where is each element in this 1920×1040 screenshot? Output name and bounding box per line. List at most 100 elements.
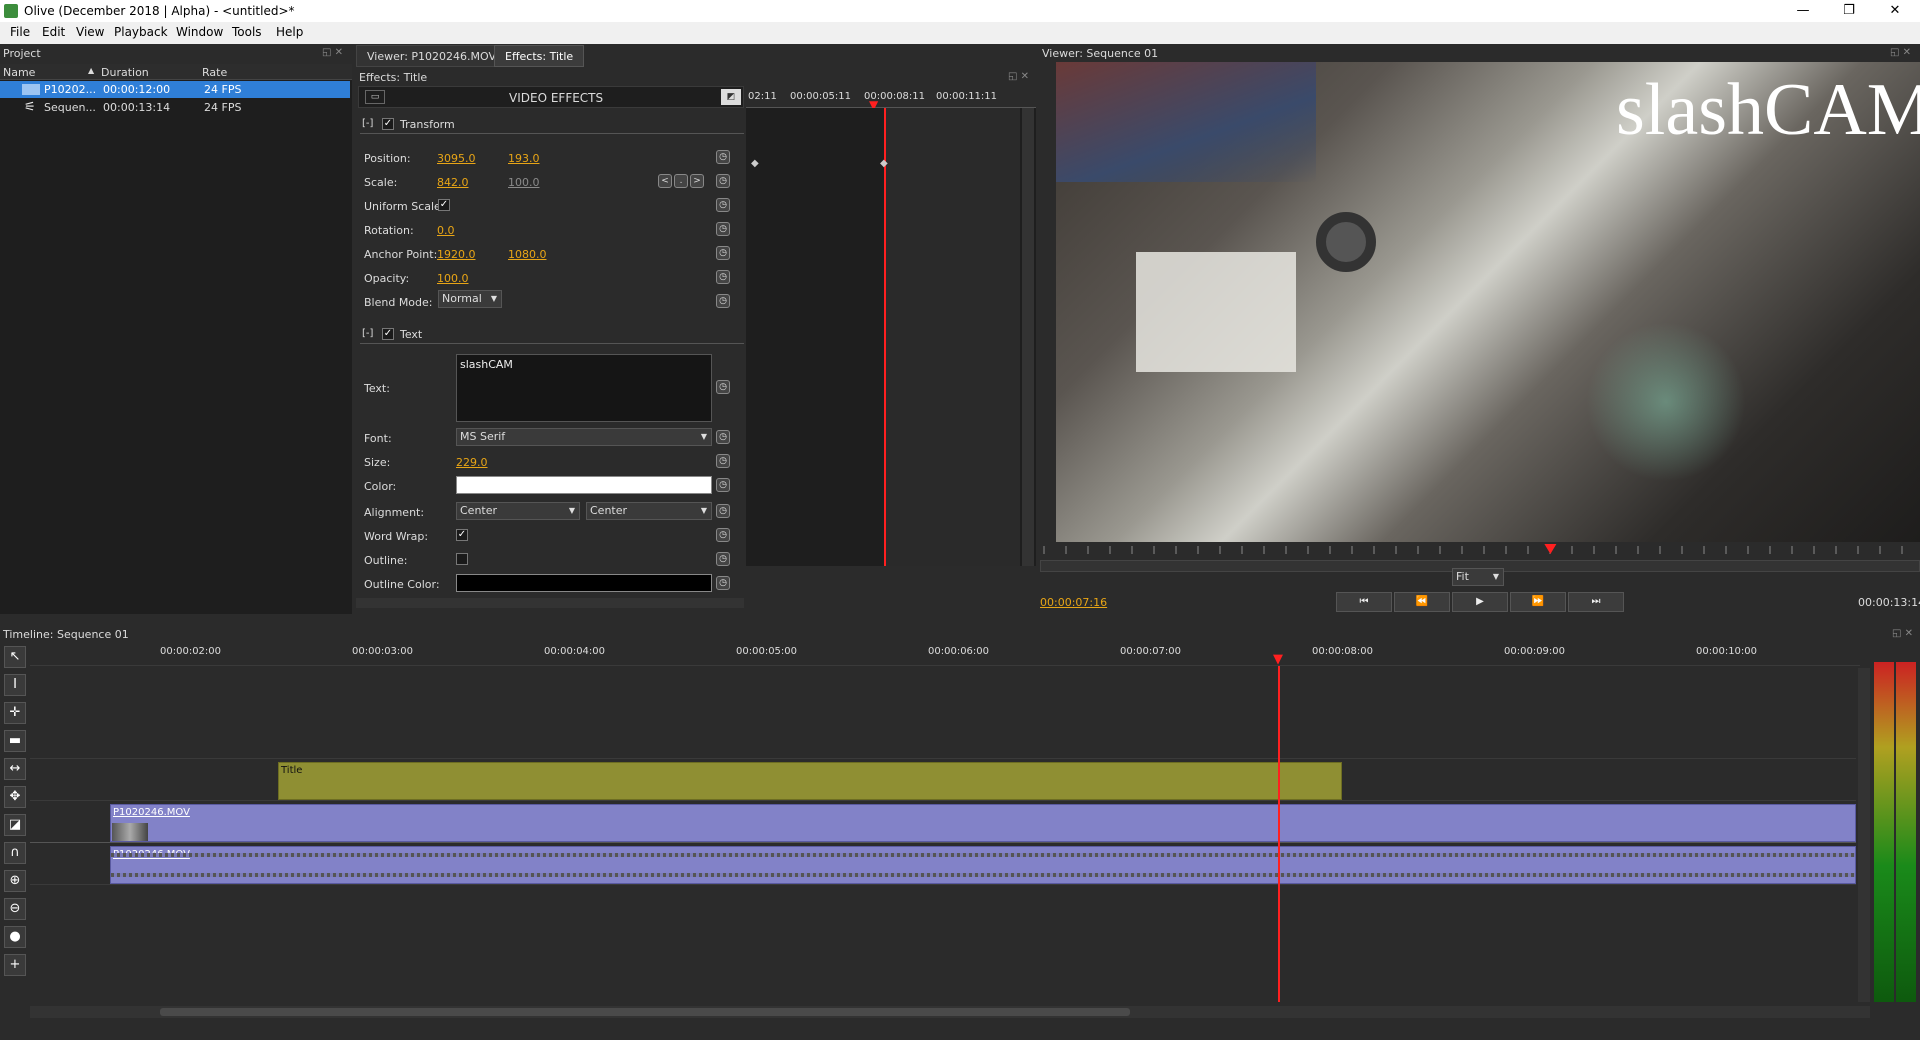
snapping-toggle-button[interactable]: ∩	[4, 842, 26, 864]
keyframe-toggle-icon[interactable]: ◷	[716, 478, 730, 492]
timeline-v-scrollbar[interactable]	[1858, 668, 1870, 1002]
scale-y-field[interactable]: 100.0	[508, 176, 540, 189]
zoom-out-icon[interactable]: ⊖	[4, 898, 26, 920]
keyframe-toggle-icon[interactable]: ◷	[716, 150, 730, 164]
keyframe-toggle-icon[interactable]: ◷	[716, 270, 730, 284]
go-to-start-button[interactable]: ⏮	[1336, 592, 1392, 612]
add-track-button[interactable]: +	[4, 954, 26, 976]
timeline-h-scrollbar[interactable]	[30, 1006, 1870, 1018]
menu-view[interactable]: View	[76, 25, 104, 39]
razor-tool-button[interactable]: ▬	[4, 730, 26, 752]
close-button[interactable]: ✕	[1872, 0, 1918, 22]
next-keyframe-button[interactable]: >	[690, 174, 704, 188]
outline-checkbox[interactable]	[456, 553, 468, 565]
text-enable-checkbox[interactable]: ✓	[382, 328, 394, 340]
position-y-field[interactable]: 193.0	[508, 152, 540, 165]
tracks-area[interactable]: Title P1020246.MOV P1020246.MOV	[30, 666, 1856, 1002]
transition-icon[interactable]: ◩	[721, 89, 741, 105]
video-clip[interactable]: P1020246.MOV	[110, 804, 1856, 842]
keyframe-diamond-icon[interactable]: ◆	[880, 158, 888, 169]
record-button[interactable]: ●	[4, 926, 26, 948]
anchor-x-field[interactable]: 1920.0	[437, 248, 476, 261]
rewind-button[interactable]: ⏪	[1394, 592, 1450, 612]
av-divider[interactable]	[30, 842, 1856, 843]
maximize-button[interactable]: ❐	[1826, 0, 1872, 22]
current-timecode[interactable]: 00:00:07:16	[1040, 596, 1107, 609]
text-input[interactable]: slashCAM	[456, 354, 712, 422]
zoom-in-icon[interactable]: ⊕	[4, 870, 26, 892]
viewer-playhead-marker[interactable]	[1544, 544, 1557, 554]
menu-tools[interactable]: Tools	[232, 25, 262, 39]
anchor-y-field[interactable]: 1080.0	[508, 248, 547, 261]
playhead-marker-icon[interactable]: ▼	[1273, 652, 1283, 667]
effects-h-scrollbar[interactable]	[356, 598, 744, 608]
scale-x-field[interactable]: 842.0	[437, 176, 469, 189]
keyframe-toggle-icon[interactable]: ◷	[716, 222, 730, 236]
keyframe-toggle-icon[interactable]: ◷	[716, 552, 730, 566]
keyframe-toggle-icon[interactable]: ◷	[716, 174, 730, 188]
minimize-button[interactable]: —	[1780, 0, 1826, 22]
keyframe-toggle-icon[interactable]: ◷	[716, 576, 730, 590]
menu-file[interactable]: File	[10, 25, 30, 39]
pointer-tool-button[interactable]: ↖	[4, 646, 26, 668]
uniform-scale-checkbox[interactable]: ✓	[438, 199, 450, 211]
panel-float-icon[interactable]: ◱ ✕	[322, 47, 343, 58]
menu-help[interactable]: Help	[276, 25, 303, 39]
column-rate[interactable]: Rate	[202, 66, 227, 79]
timeline-playhead[interactable]	[1278, 666, 1280, 1002]
title-overlay-text[interactable]: slashCAM	[1616, 68, 1920, 153]
panel-float-icon[interactable]: ◱ ✕	[1890, 47, 1911, 58]
keyframe-toggle-icon[interactable]: ◷	[716, 504, 730, 518]
edit-tool-button[interactable]: I	[4, 674, 26, 696]
keyframe-toggle-icon[interactable]: ◷	[716, 380, 730, 394]
timeline-ruler[interactable]: 00:00:02:00 00:00:03:00 00:00:04:00 00:0…	[30, 642, 1860, 667]
add-keyframe-button[interactable]: .	[674, 174, 688, 188]
color-swatch[interactable]	[456, 476, 712, 494]
column-name[interactable]: Name	[3, 66, 35, 79]
text-group-header[interactable]: [-] ✓ Text	[360, 326, 744, 344]
prev-keyframe-button[interactable]: <	[658, 174, 672, 188]
tab-viewer-clip[interactable]: Viewer: P1020246.MOV	[356, 45, 508, 67]
opacity-field[interactable]: 100.0	[437, 272, 469, 285]
effects-scrollbar[interactable]	[1022, 108, 1034, 566]
project-row[interactable]: ⚟ Sequen... 00:00:13:14 24 FPS	[0, 99, 350, 116]
keyframe-area[interactable]: ◆ ◆	[746, 108, 1036, 566]
go-to-end-button[interactable]: ⏭	[1568, 592, 1624, 612]
tab-effects-title[interactable]: Effects: Title	[494, 45, 585, 67]
slide-tool-button[interactable]: ✥	[4, 786, 26, 808]
collapse-toggle[interactable]: [-]	[362, 118, 373, 129]
size-field[interactable]: 229.0	[456, 456, 488, 469]
keyframe-toggle-icon[interactable]: ◷	[716, 294, 730, 308]
font-select[interactable]: MS Serif ▼	[456, 428, 712, 446]
position-x-field[interactable]: 3095.0	[437, 152, 476, 165]
keyframe-diamond-icon[interactable]: ◆	[751, 158, 759, 169]
play-button[interactable]: ▶	[1452, 592, 1508, 612]
ripple-tool-button[interactable]: ✛	[4, 702, 26, 724]
vertical-align-select[interactable]: Center ▼	[586, 502, 712, 520]
transform-enable-checkbox[interactable]: ✓	[382, 118, 394, 130]
viewer-scrub-ruler[interactable]	[1040, 542, 1920, 558]
rotation-field[interactable]: 0.0	[437, 224, 455, 237]
audio-clip[interactable]: P1020246.MOV	[110, 846, 1856, 884]
keyframe-ruler[interactable]: 02:11 00:00:05:11 00:00:08:11 00:00:11:1…	[746, 86, 1036, 112]
collapse-toggle[interactable]: [-]	[362, 328, 373, 339]
column-duration[interactable]: Duration	[101, 66, 149, 79]
word-wrap-checkbox[interactable]: ✓	[456, 529, 468, 541]
menu-playback[interactable]: Playback	[114, 25, 168, 39]
project-row[interactable]: P10202... 00:00:12:00 24 FPS	[0, 81, 350, 98]
keyframe-toggle-icon[interactable]: ◷	[716, 454, 730, 468]
menu-edit[interactable]: Edit	[42, 25, 65, 39]
keyframe-toggle-icon[interactable]: ◷	[716, 430, 730, 444]
outline-color-swatch[interactable]	[456, 574, 712, 592]
panel-float-icon[interactable]: ◱ ✕	[1008, 71, 1029, 82]
keyframe-toggle-icon[interactable]: ◷	[716, 198, 730, 212]
fast-forward-button[interactable]: ⏩	[1510, 592, 1566, 612]
blend-mode-select[interactable]: Normal ▼	[438, 290, 502, 308]
zoom-select[interactable]: Fit ▼	[1452, 568, 1504, 586]
video-effect-icon[interactable]: ▭	[365, 90, 385, 104]
horizontal-align-select[interactable]: Center ▼	[456, 502, 580, 520]
menu-window[interactable]: Window	[176, 25, 223, 39]
video-frame[interactable]: slashCAM	[1056, 62, 1920, 542]
slip-tool-button[interactable]: ↔	[4, 758, 26, 780]
keyframe-toggle-icon[interactable]: ◷	[716, 246, 730, 260]
